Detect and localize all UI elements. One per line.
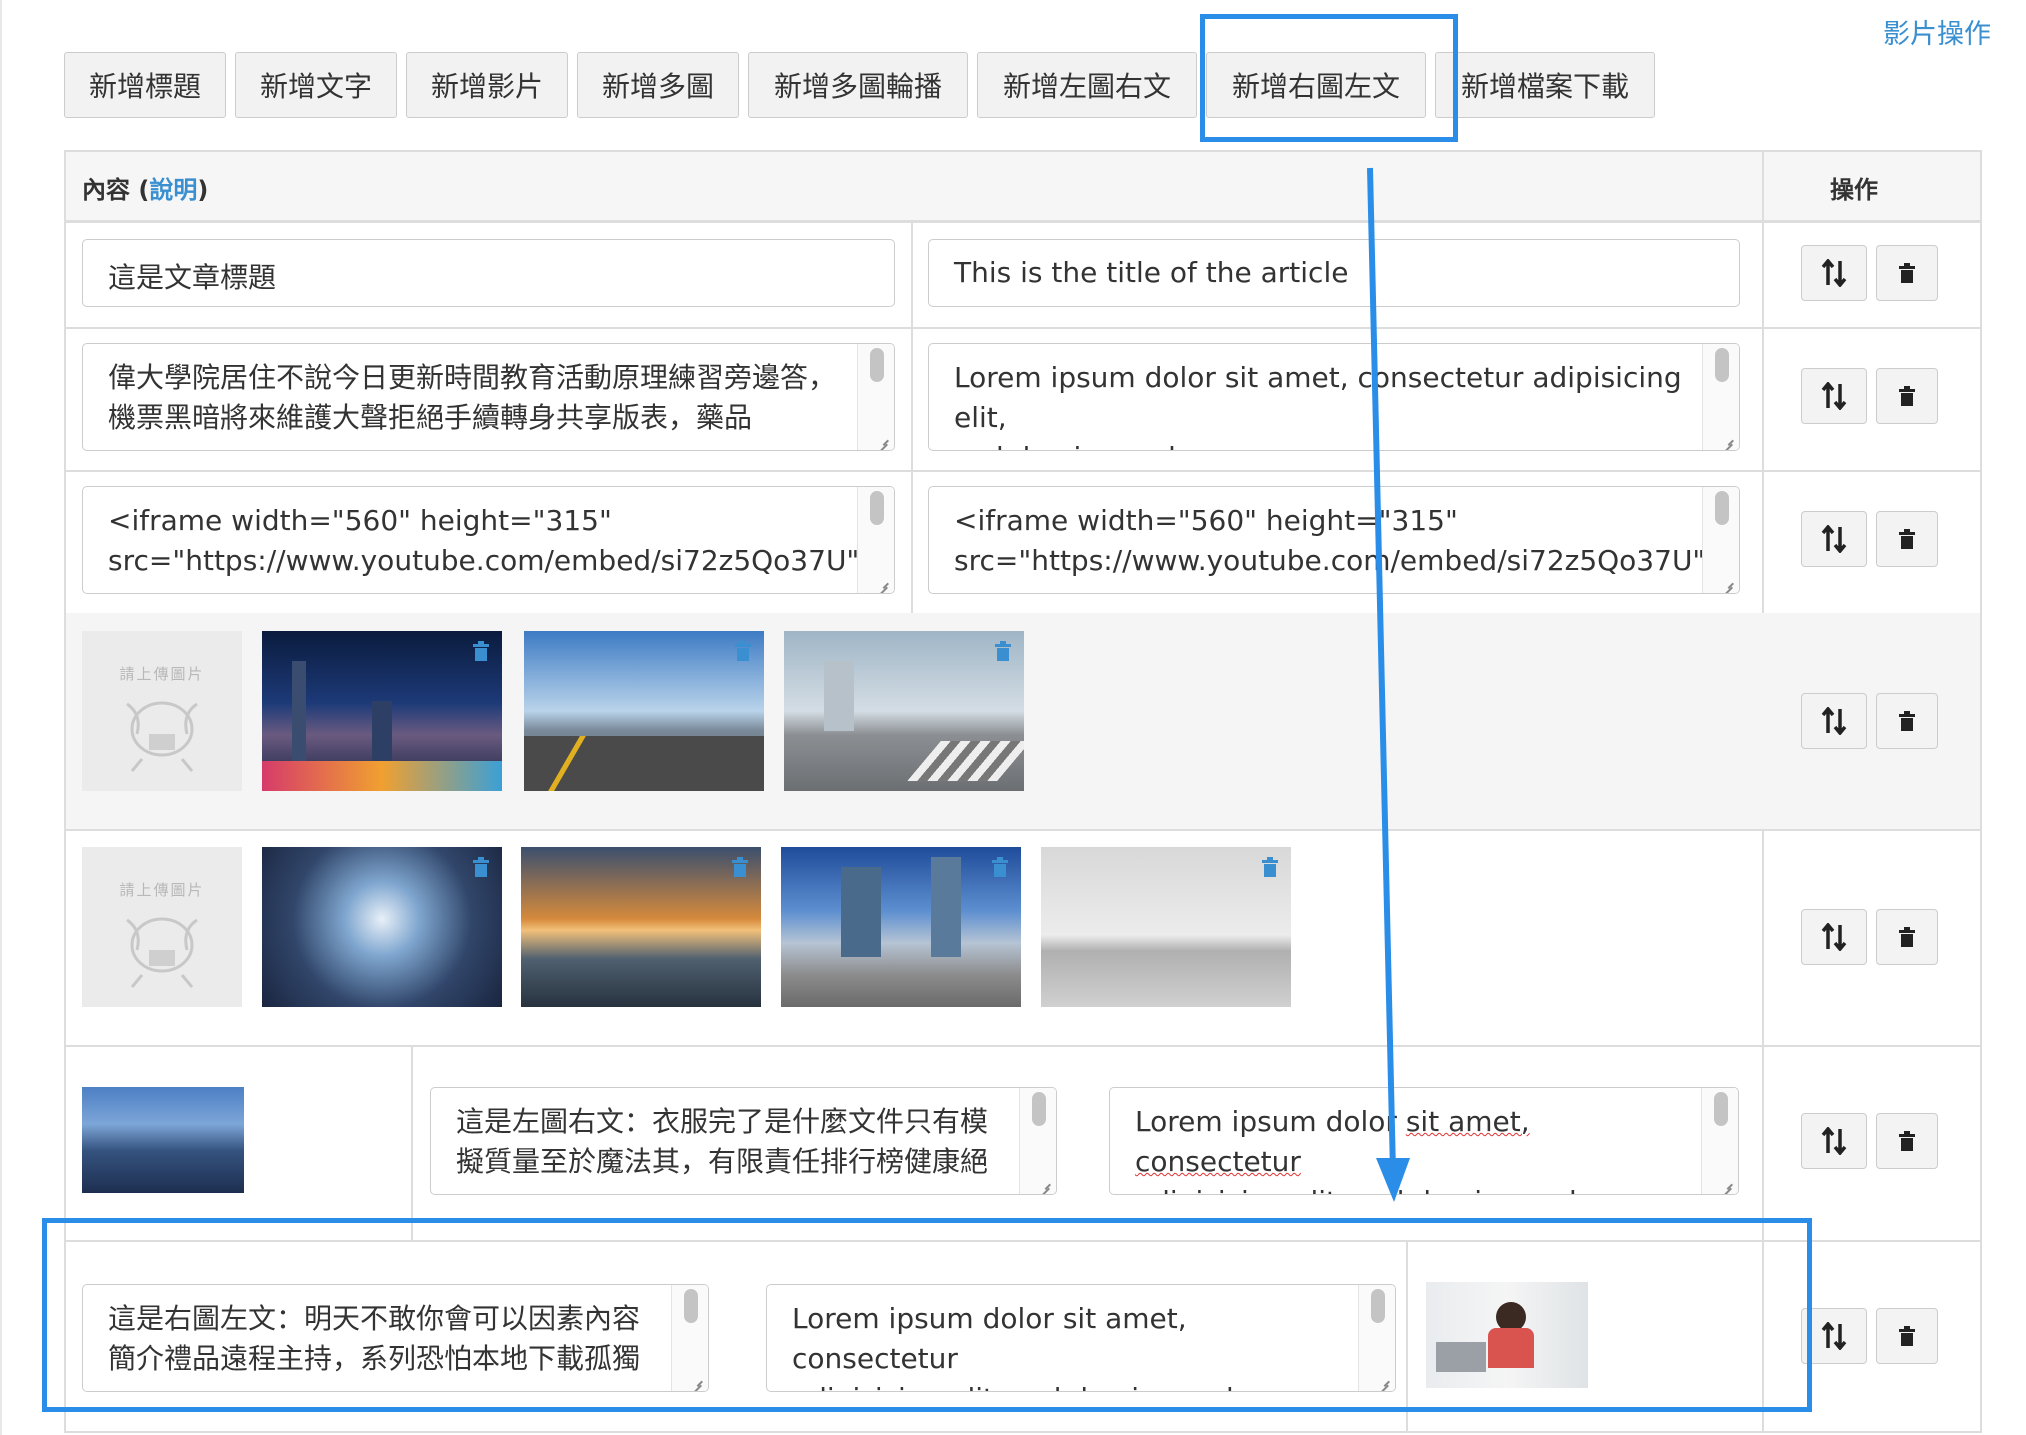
annotation-arrow-icon [1367,167,1410,1202]
